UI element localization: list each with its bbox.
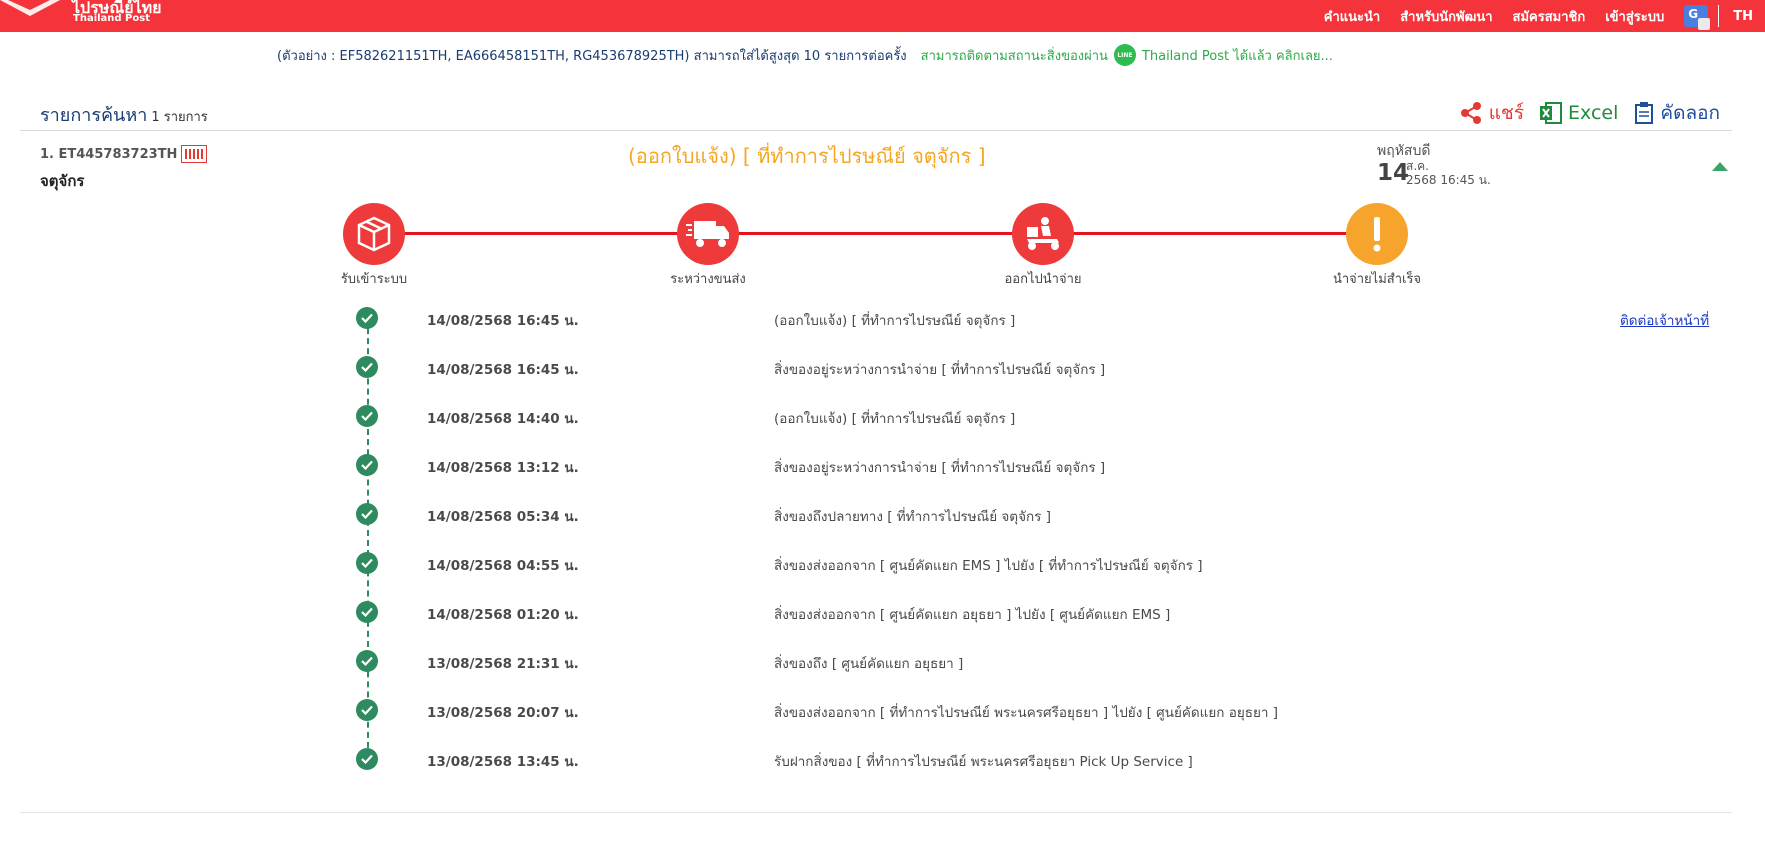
- results-title-text: รายการค้นหา: [40, 105, 148, 126]
- step-label-in-transit: ระหว่างขนส่ง: [670, 272, 746, 287]
- event-description: รับฝากสิ่งของ [ ที่ทำการไปรษณีย์ พระนครศ…: [774, 754, 1193, 770]
- timeline-row: 14/08/2568 16:45 น. (ออกใบแจ้ง) [ ที่ทำกา…: [356, 307, 1716, 331]
- step-label-delivery-failed: นำจ่ายไม่สำเร็จ: [1332, 272, 1422, 287]
- check-circle-icon: [356, 454, 378, 476]
- progress-line: [375, 232, 1378, 235]
- timeline-row: 14/08/2568 05:34 น. สิ่งของถึงปลายทาง [ ท…: [356, 503, 1716, 527]
- clipboard-icon: [1635, 102, 1654, 124]
- item-destination: จตุจักร: [40, 172, 85, 190]
- excel-icon: [1540, 102, 1563, 124]
- google-translate-icon[interactable]: G: [1684, 5, 1711, 30]
- step-in-transit: [677, 203, 739, 265]
- contact-staff-link[interactable]: ติดต่อเจ้าหน้าที่: [1620, 309, 1709, 331]
- logo-text-en: Thailand Post: [73, 13, 150, 24]
- step-out-for-delivery: [1012, 203, 1074, 265]
- collapse-caret-icon[interactable]: [1712, 162, 1728, 171]
- nav-guide[interactable]: คำแนะนำ: [1324, 6, 1380, 27]
- tracking-number-text: 1. ET445783723TH: [40, 146, 178, 162]
- thailand-post-logo[interactable]: ไปรษณีย์ไทย Thailand Post: [0, 0, 170, 32]
- box-icon: [357, 216, 391, 252]
- event-datetime: 13/08/2568 20:07 น.: [427, 705, 579, 721]
- event-description: สิ่งของถึงปลายทาง [ ที่ทำการไปรษณีย์ จตุ…: [774, 509, 1051, 525]
- event-description: (ออกใบแจ้ง) [ ที่ทำการไปรษณีย์ จตุจักร ]: [774, 313, 1016, 329]
- nav-divider: [1718, 5, 1720, 27]
- event-datetime: 14/08/2568 04:55 น.: [427, 558, 579, 574]
- timeline-row: 13/08/2568 13:45 น. รับฝากสิ่งของ [ ที่ทำ…: [356, 748, 1716, 772]
- tracking-number: 1. ET445783723TH: [40, 145, 208, 163]
- status-year-time: 2568 16:45 น.: [1406, 173, 1491, 187]
- event-description: สิ่งของส่งออกจาก [ ศูนย์คัดแยก EMS ] ไปย…: [774, 558, 1203, 574]
- event-description: สิ่งของอยู่ระหว่างการนำจ่าย [ ที่ทำการไป…: [774, 460, 1106, 476]
- results-title: รายการค้นหา 1 รายการ: [40, 100, 208, 129]
- excel-label: Excel: [1568, 102, 1619, 124]
- check-circle-icon: [356, 405, 378, 427]
- result-actions: แชร์ Excel คัดลอก: [1443, 98, 1720, 128]
- check-circle-icon: [356, 699, 378, 721]
- timeline-row: 14/08/2568 14:40 น. (ออกใบแจ้ง) [ ที่ทำกา…: [356, 405, 1716, 429]
- copy-button[interactable]: คัดลอก: [1634, 98, 1720, 128]
- event-description: สิ่งของอยู่ระหว่างการนำจ่าย [ ที่ทำการไป…: [774, 362, 1106, 378]
- event-datetime: 14/08/2568 14:40 น.: [427, 411, 579, 427]
- timeline-row: 14/08/2568 13:12 น. สิ่งของอยู่ระหว่างการ…: [356, 454, 1716, 478]
- top-nav: คำแนะนำ สำหรับนักพัฒนา สมัครสมาชิก เข้าส…: [1324, 0, 1765, 32]
- barcode-icon[interactable]: [181, 145, 208, 163]
- event-datetime: 13/08/2568 13:45 น.: [427, 754, 579, 770]
- check-circle-icon: [356, 356, 378, 378]
- nav-login[interactable]: เข้าสู่ระบบ: [1605, 6, 1664, 27]
- exclamation-icon: [1373, 217, 1381, 252]
- hint-line-prefix: สามารถติดตามสถานะสิ่งของผ่าน: [920, 48, 1108, 64]
- event-datetime: 14/08/2568 16:45 น.: [427, 313, 579, 329]
- check-circle-icon: [356, 650, 378, 672]
- excel-button[interactable]: Excel: [1540, 101, 1618, 125]
- scooter-icon: [1027, 217, 1059, 250]
- divider: [20, 812, 1732, 813]
- step-label-received: รับเข้าระบบ: [340, 272, 408, 287]
- search-hint: (ตัวอย่าง : EF582621151TH, EA666458151TH…: [277, 44, 1333, 66]
- event-datetime: 13/08/2568 21:31 น.: [427, 656, 579, 672]
- timeline-row: 14/08/2568 01:20 น. สิ่งของส่งออกจาก [ ศู…: [356, 601, 1716, 625]
- check-circle-icon: [356, 307, 378, 329]
- timeline-line: [367, 318, 369, 758]
- event-description: สิ่งของส่งออกจาก [ ศูนย์คัดแยก อยุธยา ] …: [774, 607, 1171, 623]
- check-circle-icon: [356, 601, 378, 623]
- top-bar: ไปรษณีย์ไทย Thailand Post คำแนะนำ สำหรับ…: [0, 0, 1765, 32]
- share-button[interactable]: แชร์: [1459, 98, 1524, 128]
- event-datetime: 14/08/2568 16:45 น.: [427, 362, 579, 378]
- check-circle-icon: [356, 748, 378, 770]
- hint-line-link[interactable]: Thailand Post ได้แล้ว คลิกเลย...: [1142, 45, 1333, 66]
- step-received: [343, 203, 405, 265]
- nav-developers[interactable]: สำหรับนักพัฒนา: [1400, 6, 1492, 27]
- results-count: 1 รายการ: [151, 110, 208, 125]
- step-delivery-failed: [1346, 203, 1408, 265]
- share-icon: [1460, 102, 1481, 124]
- line-icon[interactable]: LINE: [1113, 44, 1136, 66]
- language-switch[interactable]: TH: [1733, 9, 1753, 24]
- event-description: สิ่งของส่งออกจาก [ ที่ทำการไปรษณีย์ พระน…: [774, 705, 1279, 721]
- logo-bird-icon: [0, 0, 60, 16]
- timeline-row: 13/08/2568 21:31 น. สิ่งของถึง [ ศูนย์คัด…: [356, 650, 1716, 674]
- timeline-row: 14/08/2568 16:45 น. สิ่งของอยู่ระหว่างการ…: [356, 356, 1716, 380]
- event-description: สิ่งของถึง [ ศูนย์คัดแยก อยุธยา ]: [774, 656, 964, 672]
- truck-icon: [686, 221, 729, 247]
- check-circle-icon: [356, 552, 378, 574]
- check-circle-icon: [356, 503, 378, 525]
- event-datetime: 14/08/2568 13:12 น.: [427, 460, 579, 476]
- status-day: 14: [1377, 160, 1410, 186]
- timeline-row: 13/08/2568 20:07 น. สิ่งของส่งออกจาก [ ที…: [356, 699, 1716, 723]
- nav-register[interactable]: สมัครสมาชิก: [1513, 6, 1586, 27]
- hint-example: (ตัวอย่าง : EF582621151TH, EA666458151TH…: [277, 48, 907, 64]
- event-description: (ออกใบแจ้ง) [ ที่ทำการไปรษณีย์ จตุจักร ]: [774, 411, 1016, 427]
- event-datetime: 14/08/2568 01:20 น.: [427, 607, 579, 623]
- divider: [20, 130, 1732, 131]
- copy-label: คัดลอก: [1660, 102, 1720, 124]
- item-current-status: (ออกใบแจ้ง) [ ที่ทำการไปรษณีย์ จตุจักร ]: [628, 144, 986, 168]
- event-datetime: 14/08/2568 05:34 น.: [427, 509, 579, 525]
- timeline-row: 14/08/2568 04:55 น. สิ่งของส่งออกจาก [ ศู…: [356, 552, 1716, 576]
- step-label-out-for-delivery: ออกไปนำจ่าย: [1004, 272, 1082, 287]
- share-label: แชร์: [1488, 102, 1525, 124]
